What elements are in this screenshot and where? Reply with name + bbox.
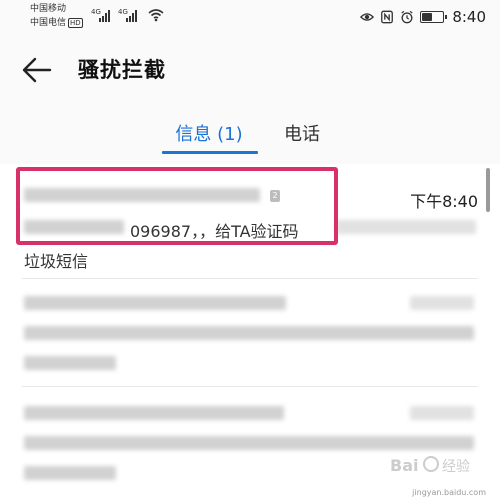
svg-text:经验: 经验 xyxy=(442,459,470,475)
message-category: 垃圾短信 xyxy=(24,252,89,271)
status-icons: 8:40 xyxy=(360,8,486,26)
watermark-url: jingyan.baidu.com xyxy=(412,488,486,497)
carrier-2-label: 中国电信 HD xyxy=(30,18,83,29)
battery-fill xyxy=(422,13,433,21)
blurred-preview xyxy=(24,326,474,340)
hd-badge: HD xyxy=(68,18,83,28)
blurred-time xyxy=(410,406,474,420)
highlight-frame xyxy=(16,167,338,245)
scrollbar[interactable] xyxy=(486,168,490,212)
app-header: 骚扰拦截 xyxy=(0,36,500,106)
svg-text:Bai: Bai xyxy=(390,456,418,475)
eye-icon xyxy=(360,13,375,21)
battery-icon xyxy=(420,11,448,23)
wifi-icon xyxy=(148,9,164,22)
blurred-preview xyxy=(24,436,474,450)
status-time: 8:40 xyxy=(452,8,486,26)
carrier-2-text: 中国电信 xyxy=(30,18,67,28)
tab-calls[interactable]: 电话 xyxy=(284,120,320,162)
carrier-1-label: 中国移动 xyxy=(30,4,67,14)
status-bar: 中国移动 中国电信 HD 4G 4G 8:40 xyxy=(0,0,500,36)
baidu-jingyan-logo: Bai 经验 xyxy=(390,456,470,475)
arrow-left-icon[interactable] xyxy=(18,52,58,88)
list-item[interactable] xyxy=(0,278,500,386)
blurred-time xyxy=(410,296,474,310)
blurred-sender xyxy=(24,296,286,310)
signal-icon xyxy=(126,10,137,22)
blurred-preview-tail xyxy=(336,220,476,234)
signal-icon xyxy=(99,10,110,22)
tab-bar: 信息 (1) 电话 xyxy=(0,106,500,164)
blurred-sender xyxy=(24,406,284,420)
blurred-category xyxy=(24,356,116,370)
nfc-icon xyxy=(381,10,394,24)
alarm-icon xyxy=(401,10,413,24)
blurred-category xyxy=(24,466,116,480)
active-tab-indicator xyxy=(162,151,258,154)
message-time: 下午8:40 xyxy=(410,192,478,211)
tab-messages[interactable]: 信息 (1) xyxy=(160,120,258,162)
page-title: 骚扰拦截 xyxy=(78,58,166,82)
